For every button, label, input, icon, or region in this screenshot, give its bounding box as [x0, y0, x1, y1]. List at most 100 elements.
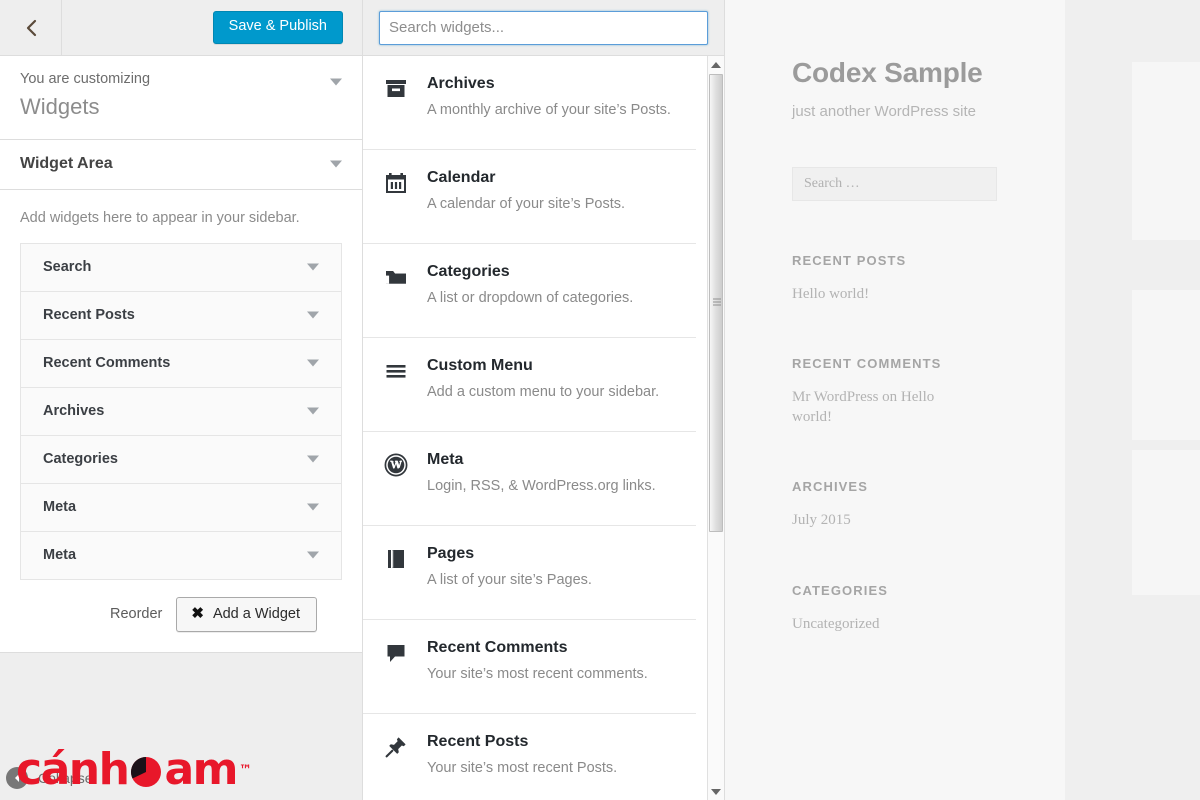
- available-widget-description: Your site’s most recent Posts.: [427, 759, 618, 776]
- chevron-down-icon: [307, 407, 319, 415]
- assigned-widget-row[interactable]: Meta: [21, 483, 341, 532]
- page-title: Widgets: [20, 93, 100, 119]
- collapse-arrow-icon: [6, 766, 28, 789]
- pages-icon: [383, 546, 409, 572]
- available-widget-text: Categories A list or dropdown of categori…: [427, 262, 678, 309]
- pushpin-icon: [383, 734, 409, 760]
- widget-list-scrollbar[interactable]: [707, 56, 724, 800]
- assigned-widget-label: Meta: [43, 547, 77, 564]
- assigned-widget-label: Recent Comments: [43, 355, 171, 372]
- widget-area-description: Add widgets here to appear in your sideb…: [20, 209, 300, 226]
- chevron-left-icon: [24, 18, 38, 38]
- available-widget-text: Custom Menu Add a custom menu to your sid…: [427, 356, 678, 403]
- available-widget-name: Archives: [427, 75, 495, 92]
- customizing-eyebrow: You are customizing: [20, 71, 151, 87]
- assigned-widget-row[interactable]: Archives: [21, 387, 341, 436]
- preview-content-block: [1132, 450, 1200, 595]
- available-widget-item[interactable]: Custom Menu Add a custom menu to your sid…: [363, 338, 696, 432]
- add-a-widget-button[interactable]: ✖ Add a Widget: [176, 596, 317, 632]
- assigned-widget-row[interactable]: Categories: [21, 435, 341, 484]
- chevron-down-icon: [307, 359, 319, 367]
- scrollbar-grip-icon: [713, 298, 721, 308]
- preview-widget-title: RECENT COMMENTS: [792, 355, 942, 371]
- back-button[interactable]: [0, 0, 62, 55]
- scrollbar-thumb[interactable]: [709, 74, 723, 532]
- available-widget-description: Add a custom menu to your sidebar.: [427, 383, 660, 400]
- scroll-up-arrow-icon[interactable]: [708, 56, 724, 73]
- preview-widget-item[interactable]: Uncategorized: [792, 614, 967, 634]
- assigned-widget-row[interactable]: Search: [21, 243, 341, 292]
- available-widget-text: Pages A list of your site’s Pages.: [427, 544, 678, 591]
- theme-preview-pane[interactable]: Codex Sample just another WordPress site…: [725, 0, 1200, 800]
- available-widget-item[interactable]: W Meta Login, RSS, & WordPress.org links.: [363, 432, 696, 526]
- available-widget-item[interactable]: Recent Comments Your site’s most recent c…: [363, 620, 696, 714]
- preview-widget-stack: RECENT POSTS Hello world! RECENT COMMENTS M…: [792, 253, 1065, 634]
- customizer-panel: Save & Publish You are customizing Widge…: [0, 0, 363, 800]
- folder-icon: [383, 264, 409, 290]
- reorder-button[interactable]: Reorder: [110, 606, 162, 622]
- assigned-widget-row[interactable]: Recent Posts: [21, 291, 341, 340]
- available-widgets-list: Archives A monthly archive of your site’s…: [363, 56, 724, 800]
- assigned-widget-row[interactable]: Recent Comments: [21, 339, 341, 388]
- search-widgets-input[interactable]: [379, 10, 708, 45]
- available-widget-text: Meta Login, RSS, & WordPress.org links.: [427, 450, 678, 497]
- preview-gutter: [1065, 0, 1132, 800]
- preview-widget: RECENT COMMENTS Mr WordPress on Hello wor…: [792, 356, 1065, 428]
- available-widget-name: Recent Comments: [427, 639, 568, 656]
- available-widget-name: Meta: [427, 451, 464, 468]
- available-widget-description: A list of your site’s Pages.: [427, 571, 592, 588]
- available-widget-description: A list or dropdown of categories.: [427, 289, 634, 306]
- available-widget-item[interactable]: Categories A list or dropdown of categori…: [363, 244, 696, 338]
- save-and-publish-button[interactable]: Save & Publish: [212, 11, 343, 44]
- x-icon: ✖: [191, 605, 204, 623]
- available-widget-name: Pages: [427, 545, 475, 562]
- available-widget-description: Your site’s most recent comments.: [427, 665, 648, 682]
- collapse-sidebar-button[interactable]: Collapse: [0, 755, 363, 800]
- preview-widget-item[interactable]: July 2015: [792, 510, 967, 530]
- triangle-up-icon: [711, 61, 721, 68]
- assigned-widget-label: Categories: [43, 451, 118, 468]
- add-a-widget-label: Add a Widget: [212, 605, 300, 622]
- customizer-app: Save & Publish You are customizing Widge…: [0, 0, 1200, 800]
- scroll-down-arrow-icon[interactable]: [708, 783, 724, 800]
- assigned-widget-label: Recent Posts: [43, 307, 135, 324]
- widget-area-section-header[interactable]: Widget Area: [0, 140, 362, 190]
- available-widget-item[interactable]: Archives A monthly archive of your site’s…: [363, 56, 696, 150]
- assigned-widget-label: Search: [43, 259, 92, 276]
- available-widget-name: Categories: [427, 263, 510, 280]
- preview-search-field[interactable]: Search …: [792, 166, 997, 201]
- available-widget-description: A monthly archive of your site’s Posts.: [427, 101, 671, 118]
- preview-widget: ARCHIVES July 2015: [792, 479, 1065, 530]
- available-widget-text: Archives A monthly archive of your site’s…: [427, 74, 678, 121]
- available-widget-description: Login, RSS, & WordPress.org links.: [427, 477, 656, 494]
- preview-widget-title: ARCHIVES: [792, 479, 868, 495]
- available-widgets-panel: Archives A monthly archive of your site’s…: [363, 0, 725, 800]
- menu-lines-icon: [383, 358, 409, 384]
- preview-search-placeholder: Search …: [804, 175, 860, 191]
- widget-actions: Reorder ✖ Add a Widget: [20, 580, 342, 652]
- preview-widget: RECENT POSTS Hello world!: [792, 253, 1065, 304]
- chevron-down-icon: [307, 551, 319, 559]
- available-widget-item[interactable]: Recent Posts Your site’s most recent Post…: [363, 714, 696, 800]
- assigned-widget-label: Archives: [43, 403, 105, 420]
- available-widget-text: Recent Comments Your site’s most recent c…: [427, 638, 678, 685]
- preview-widget-item[interactable]: Mr WordPress on Hello world!: [792, 387, 967, 428]
- comment-bubble-icon: [383, 640, 409, 666]
- chevron-down-icon: [330, 160, 342, 168]
- preview-content-block: [1132, 290, 1200, 440]
- available-widget-item[interactable]: Calendar A calendar of your site’s Posts.: [363, 150, 696, 244]
- available-widget-description: A calendar of your site’s Posts.: [427, 195, 626, 212]
- svg-text:W: W: [390, 461, 402, 472]
- assigned-widget-row[interactable]: Meta: [21, 531, 341, 580]
- collapse-label: Collapse: [38, 769, 93, 786]
- available-widget-item[interactable]: Pages A list of your site’s Pages.: [363, 526, 696, 620]
- preview-widget-item[interactable]: Hello world!: [792, 284, 967, 304]
- customizer-header: Save & Publish: [0, 0, 362, 56]
- chevron-down-icon: [307, 455, 319, 463]
- preview-widget-title: RECENT POSTS: [792, 252, 907, 268]
- available-widget-text: Calendar A calendar of your site’s Posts.: [427, 168, 678, 215]
- preview-sidebar: Codex Sample just another WordPress site…: [725, 0, 1065, 800]
- customizing-section-header[interactable]: You are customizing Widgets: [0, 56, 362, 140]
- assigned-widget-list: Search Recent Posts Recent Comments Archive…: [20, 242, 342, 580]
- assigned-widget-label: Meta: [43, 499, 77, 516]
